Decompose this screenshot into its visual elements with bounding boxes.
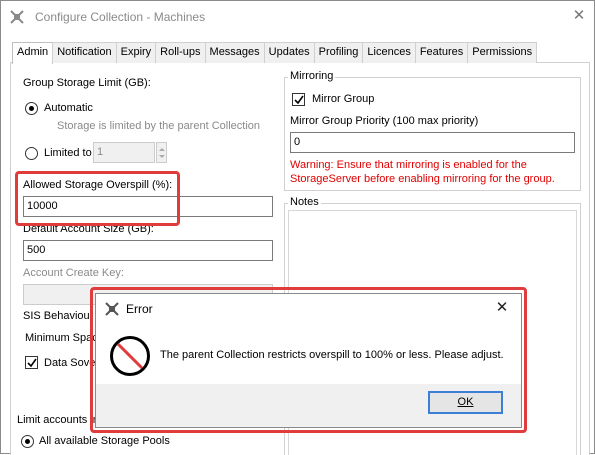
automatic-label: Automatic: [44, 102, 93, 114]
mirroring-warning-line-1: Warning: Ensure that mirroring is enable…: [290, 159, 527, 171]
tab-strip: Admin Notification Expiry Roll-ups Messa…: [12, 42, 538, 64]
title-bar: Configure Collection - Machines ✕: [1, 1, 594, 31]
check-icon: [294, 95, 304, 105]
check-icon: [27, 358, 37, 368]
tab-expiry[interactable]: Expiry: [115, 42, 157, 63]
app-icon: [10, 10, 24, 24]
notes-group-title: Notes: [288, 196, 321, 208]
mirroring-group-title: Mirroring: [288, 70, 336, 82]
mirror-priority-label: Mirror Group Priority (100 max priority): [290, 115, 479, 127]
all-pools-label: All available Storage Pools: [39, 435, 170, 447]
close-icon[interactable]: ✕: [571, 8, 587, 24]
mirror-group-label: Mirror Group: [312, 93, 375, 105]
default-account-size-input[interactable]: 500: [23, 240, 273, 261]
dialog-highlight: [90, 287, 527, 433]
limited-to-radio[interactable]: [25, 147, 38, 160]
spinner-down-icon[interactable]: [159, 155, 165, 158]
automatic-hint: Storage is limited by the parent Collect…: [57, 120, 260, 132]
mirroring-warning-line-2: StorageServer before enabling mirroring …: [290, 173, 555, 185]
window-title: Configure Collection - Machines: [35, 10, 206, 24]
sis-behaviour-label: SIS Behaviour: [23, 310, 94, 322]
tab-messages[interactable]: Messages: [204, 42, 265, 63]
automatic-radio[interactable]: [25, 102, 38, 115]
limited-to-input[interactable]: 1: [93, 142, 155, 163]
tab-permissions[interactable]: Permissions: [467, 42, 538, 63]
limit-accounts-label: Limit accounts in: [17, 414, 99, 426]
tab-roll-ups[interactable]: Roll-ups: [155, 42, 206, 63]
tab-updates[interactable]: Updates: [263, 42, 315, 63]
tab-admin[interactable]: Admin: [12, 42, 54, 64]
limited-to-spinner[interactable]: [156, 142, 167, 163]
account-create-key-label: Account Create Key:: [23, 267, 124, 279]
tab-features[interactable]: Features: [414, 42, 469, 63]
limited-to-label: Limited to: [44, 147, 92, 159]
tab-licences[interactable]: Licences: [362, 42, 416, 63]
tab-profiling[interactable]: Profiling: [313, 42, 364, 63]
group-storage-limit-label: Group Storage Limit (GB):: [23, 77, 151, 89]
mirror-group-checkbox[interactable]: [292, 93, 305, 106]
tab-notification[interactable]: Notification: [52, 42, 117, 63]
spinner-up-icon[interactable]: [159, 148, 165, 151]
data-sovereignty-checkbox[interactable]: [25, 356, 38, 369]
overspill-highlight: [15, 171, 180, 226]
mirror-priority-input[interactable]: 0: [290, 132, 575, 153]
all-pools-radio[interactable]: [21, 435, 34, 448]
